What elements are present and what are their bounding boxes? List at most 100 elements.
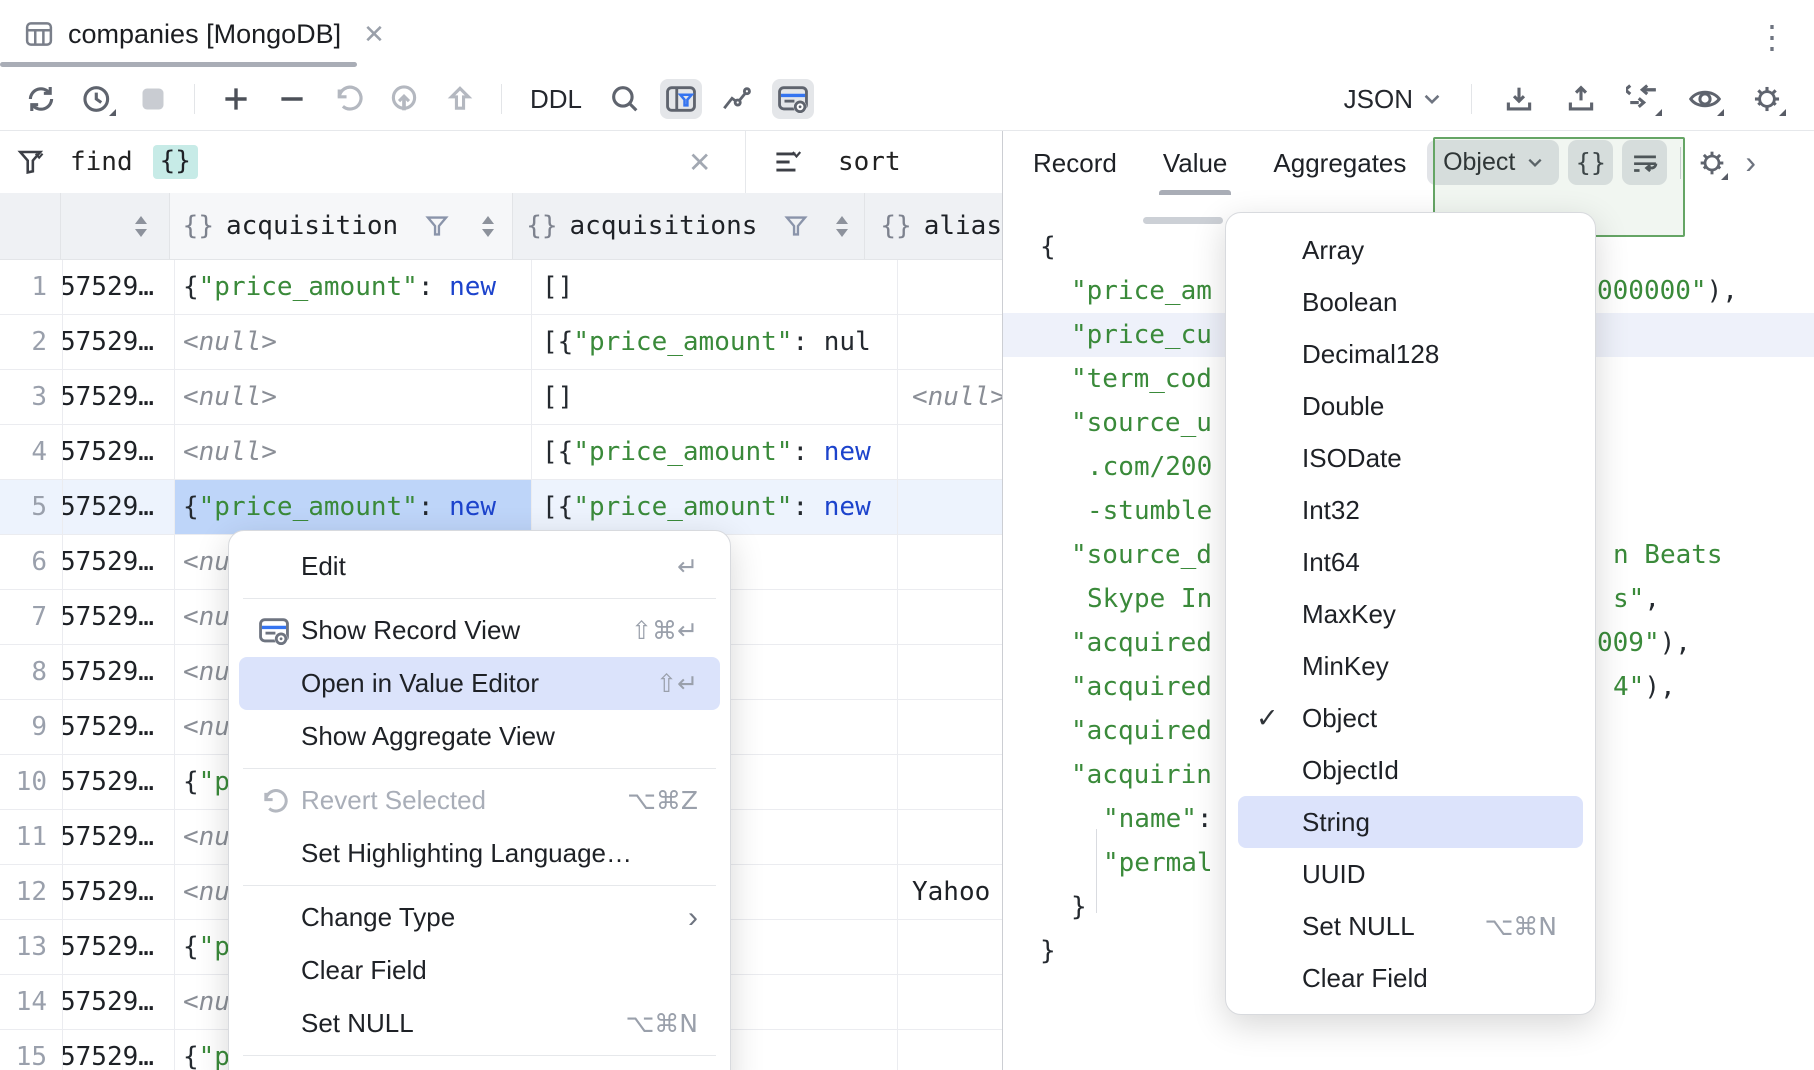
id-cell[interactable]: 57529…	[63, 370, 175, 425]
find-funnel-icon[interactable]	[16, 146, 56, 178]
type-option-int32[interactable]: Int32	[1238, 484, 1583, 536]
table-row[interactable]: 557529…{"price_amount": new[{"price_amou…	[0, 480, 1002, 535]
table-row[interactable]: 457529…<null>[{"price_amount": new	[0, 425, 1002, 480]
alias-cell[interactable]	[898, 810, 1002, 865]
panel-expand-chevron-icon[interactable]: ›	[1745, 144, 1756, 181]
acquisition-cell[interactable]: <null>	[175, 315, 532, 370]
id-cell[interactable]: 57529…	[63, 865, 175, 920]
kebab-menu-icon[interactable]: ⋮	[1756, 18, 1788, 56]
gear-icon[interactable]	[1746, 79, 1788, 119]
acquisitions-cell[interactable]: []	[532, 260, 898, 315]
acquisition-cell[interactable]: <null>	[175, 370, 532, 425]
revert-icon[interactable]	[327, 79, 369, 119]
menu-item-clear-field[interactable]: Clear Field	[239, 944, 720, 997]
sort-arrows-icon[interactable]	[836, 216, 848, 237]
row-number[interactable]: 4	[0, 425, 63, 480]
import-upload-icon[interactable]	[1560, 79, 1602, 119]
row-number[interactable]: 13	[0, 920, 63, 975]
history-clock-icon[interactable]	[76, 79, 118, 119]
table-row[interactable]: 157529…{"price_amount": new[]	[0, 260, 1002, 315]
id-cell[interactable]: 57529…	[63, 920, 175, 975]
delete-row-icon[interactable]	[271, 79, 313, 119]
alias-cell[interactable]	[898, 260, 1002, 315]
type-option-object[interactable]: ✓Object	[1238, 692, 1583, 744]
menu-item-show-aggregate-view[interactable]: Show Aggregate View	[239, 710, 720, 763]
row-number[interactable]: 7	[0, 590, 63, 645]
chart-icon[interactable]	[716, 79, 758, 119]
stop-icon[interactable]	[132, 79, 174, 119]
alias-cell[interactable]: <null>	[898, 370, 1002, 425]
menu-item-edit[interactable]: Edit↵	[239, 540, 720, 593]
row-number[interactable]: 9	[0, 700, 63, 755]
tab-aggregates[interactable]: Aggregates	[1273, 131, 1406, 195]
type-option-double[interactable]: Double	[1238, 380, 1583, 432]
row-number[interactable]: 2	[0, 315, 63, 370]
row-number[interactable]: 1	[0, 260, 63, 315]
id-cell[interactable]: 57529…	[63, 590, 175, 645]
table-row[interactable]: 357529…<null>[]<null>	[0, 370, 1002, 425]
tab-companies-mongodb[interactable]: companies [MongoDB] ✕	[0, 0, 405, 68]
sort-arrows-icon[interactable]	[135, 216, 147, 237]
menu-item-set-null[interactable]: Set NULL⌥⌘N	[239, 997, 720, 1050]
acquisitions-cell[interactable]: []	[532, 370, 898, 425]
type-option-minkey[interactable]: MinKey	[1238, 640, 1583, 692]
alias-cell[interactable]	[898, 920, 1002, 975]
type-option-uuid[interactable]: UUID	[1238, 848, 1583, 900]
eye-icon[interactable]	[1684, 79, 1726, 119]
record-view-toggle-icon[interactable]	[772, 79, 814, 119]
ddl-button[interactable]: DDL	[522, 84, 590, 115]
compare-icon[interactable]	[1622, 79, 1664, 119]
type-option-objectid[interactable]: ObjectId	[1238, 744, 1583, 796]
menu-item-show-record-view[interactable]: Show Record View⇧⌘↵	[239, 604, 720, 657]
type-option-isodate[interactable]: ISODate	[1238, 432, 1583, 484]
acquisition-cell[interactable]: {"price_amount": new	[175, 260, 532, 315]
format-dropdown[interactable]: JSON	[1344, 84, 1441, 115]
alias-cell[interactable]	[898, 480, 1002, 535]
acquisitions-cell[interactable]: [{"price_amount": new	[532, 425, 898, 480]
id-cell[interactable]: 57529…	[63, 975, 175, 1030]
row-number[interactable]: 15	[0, 1030, 63, 1070]
type-option-set-null[interactable]: Set NULL⌥⌘N	[1238, 900, 1583, 952]
type-option-maxkey[interactable]: MaxKey	[1238, 588, 1583, 640]
alias-cell[interactable]	[898, 425, 1002, 480]
type-option-string[interactable]: String	[1238, 796, 1583, 848]
id-column-header[interactable]	[61, 193, 170, 259]
add-row-icon[interactable]	[215, 79, 257, 119]
acquisitions-cell[interactable]: [{"price_amount": nul	[532, 315, 898, 370]
table-row[interactable]: 257529…<null>[{"price_amount": nul	[0, 315, 1002, 370]
sort-lines-icon[interactable]	[772, 147, 816, 177]
type-option-int64[interactable]: Int64	[1238, 536, 1583, 588]
acquisitions-cell[interactable]: [{"price_amount": new	[532, 480, 898, 535]
type-option-boolean[interactable]: Boolean	[1238, 276, 1583, 328]
id-cell[interactable]: 57529…	[63, 480, 175, 535]
alias-cell[interactable]	[898, 975, 1002, 1030]
type-option-array[interactable]: Array	[1238, 224, 1583, 276]
find-label[interactable]: find	[70, 147, 133, 177]
row-number[interactable]: 8	[0, 645, 63, 700]
alias-cell[interactable]	[898, 645, 1002, 700]
find-filter-badge[interactable]: {}	[153, 145, 198, 179]
menu-item-revert-selected[interactable]: Revert Selected⌥⌘Z	[239, 774, 720, 827]
id-cell[interactable]: 57529…	[63, 700, 175, 755]
row-number[interactable]: 3	[0, 370, 63, 425]
alias-cell[interactable]	[898, 755, 1002, 810]
refresh-icon[interactable]	[20, 79, 62, 119]
export-download-icon[interactable]	[1498, 79, 1540, 119]
row-number[interactable]: 12	[0, 865, 63, 920]
type-option-decimal128[interactable]: Decimal128	[1238, 328, 1583, 380]
filter-panel-icon[interactable]	[660, 79, 702, 119]
find-clear-icon[interactable]: ✕	[688, 146, 711, 179]
type-option-clear-field[interactable]: Clear Field	[1238, 952, 1583, 1004]
menu-item-open-in-value-editor[interactable]: Open in Value Editor⇧↵	[239, 657, 720, 710]
menu-item-change-type[interactable]: Change Type›	[239, 891, 720, 944]
tab-value[interactable]: Value	[1163, 131, 1228, 195]
tab-record[interactable]: Record	[1033, 131, 1117, 195]
row-number[interactable]: 10	[0, 755, 63, 810]
id-cell[interactable]: 57529…	[63, 645, 175, 700]
id-cell[interactable]: 57529…	[63, 425, 175, 480]
submit-icon[interactable]	[383, 79, 425, 119]
acquisition-cell[interactable]: {"price_amount": new	[175, 480, 532, 535]
acquisitions-column-header[interactable]: {} acquisitions	[513, 193, 865, 259]
alias-cell[interactable]	[898, 700, 1002, 755]
sort-arrows-icon[interactable]	[482, 216, 494, 237]
